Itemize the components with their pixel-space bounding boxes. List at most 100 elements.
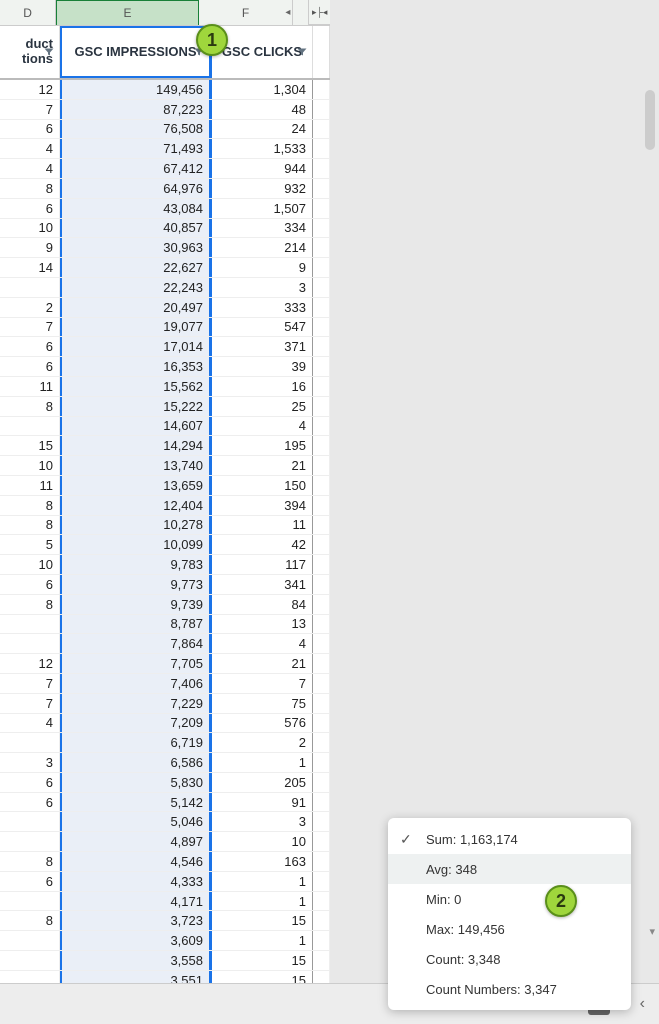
cell-g[interactable] xyxy=(313,258,330,277)
cell-g[interactable] xyxy=(313,911,330,930)
cell-g[interactable] xyxy=(313,238,330,257)
cell-f[interactable]: 1 xyxy=(212,753,313,772)
cell-f[interactable]: 944 xyxy=(212,159,313,178)
cell-e[interactable]: 14,607 xyxy=(60,417,212,436)
cell-d[interactable] xyxy=(0,892,60,911)
cell-f[interactable]: 1 xyxy=(212,931,313,950)
cell-g[interactable] xyxy=(313,476,330,495)
cell-e[interactable]: 3,551 xyxy=(60,971,212,983)
cell-d[interactable]: 7 xyxy=(0,100,60,119)
cell-e[interactable]: 17,014 xyxy=(60,337,212,356)
cell-d[interactable]: 6 xyxy=(0,199,60,218)
cell-e[interactable]: 14,294 xyxy=(60,436,212,455)
cell-e[interactable]: 43,084 xyxy=(60,199,212,218)
cell-g[interactable] xyxy=(313,575,330,594)
cell-e[interactable]: 5,830 xyxy=(60,773,212,792)
cell-d[interactable]: 12 xyxy=(0,80,60,99)
cell-f[interactable]: 214 xyxy=(212,238,313,257)
cell-f[interactable]: 7 xyxy=(212,674,313,693)
cell-g[interactable] xyxy=(313,674,330,693)
stat-count[interactable]: Count: 3,348 xyxy=(388,944,631,974)
cell-f[interactable]: 3 xyxy=(212,278,313,297)
cell-d[interactable]: 12 xyxy=(0,654,60,673)
cell-f[interactable]: 48 xyxy=(212,100,313,119)
cell-g[interactable] xyxy=(313,120,330,139)
cell-f[interactable]: 9 xyxy=(212,258,313,277)
cell-g[interactable] xyxy=(313,812,330,831)
cell-f[interactable]: 1,507 xyxy=(212,199,313,218)
cell-e[interactable]: 10,278 xyxy=(60,516,212,535)
header-cell-product[interactable]: duct tions xyxy=(0,26,60,78)
cell-f[interactable]: 1,533 xyxy=(212,139,313,158)
cell-d[interactable]: 6 xyxy=(0,872,60,891)
cell-g[interactable] xyxy=(313,773,330,792)
cell-d[interactable] xyxy=(0,615,60,634)
cell-g[interactable] xyxy=(313,357,330,376)
cell-e[interactable]: 7,864 xyxy=(60,634,212,653)
header-cell-clicks[interactable]: GSC CLICKS xyxy=(212,26,313,78)
cell-f[interactable]: 932 xyxy=(212,179,313,198)
cell-d[interactable] xyxy=(0,733,60,752)
cell-f[interactable]: 205 xyxy=(212,773,313,792)
cell-f[interactable]: 117 xyxy=(212,555,313,574)
cell-f[interactable]: 547 xyxy=(212,318,313,337)
cell-f[interactable]: 16 xyxy=(212,377,313,396)
stat-count-numbers[interactable]: Count Numbers: 3,347 xyxy=(388,974,631,1004)
cell-d[interactable] xyxy=(0,832,60,851)
cell-e[interactable]: 22,627 xyxy=(60,258,212,277)
cell-e[interactable]: 4,897 xyxy=(60,832,212,851)
cell-d[interactable]: 8 xyxy=(0,595,60,614)
cell-f[interactable]: 10 xyxy=(212,832,313,851)
cell-d[interactable]: 11 xyxy=(0,476,60,495)
cell-d[interactable]: 10 xyxy=(0,456,60,475)
collapse-arrow-icon[interactable]: ◂ xyxy=(285,7,290,18)
cell-g[interactable] xyxy=(313,555,330,574)
cell-g[interactable] xyxy=(313,139,330,158)
cell-d[interactable]: 7 xyxy=(0,694,60,713)
cell-g[interactable] xyxy=(313,179,330,198)
cell-g[interactable] xyxy=(313,654,330,673)
cell-f[interactable]: 1,304 xyxy=(212,80,313,99)
cell-d[interactable]: 14 xyxy=(0,258,60,277)
cell-g[interactable] xyxy=(313,753,330,772)
col-header-e-selected[interactable]: E xyxy=(56,0,198,25)
cell-f[interactable]: 42 xyxy=(212,535,313,554)
cell-e[interactable]: 64,976 xyxy=(60,179,212,198)
cell-f[interactable]: 576 xyxy=(212,714,313,733)
cell-d[interactable]: 4 xyxy=(0,139,60,158)
side-panel-collapse-icon[interactable]: ‹ xyxy=(640,995,645,1013)
cell-f[interactable]: 91 xyxy=(212,793,313,812)
cell-e[interactable]: 15,222 xyxy=(60,397,212,416)
cell-d[interactable]: 4 xyxy=(0,714,60,733)
col-header-f[interactable]: F ◂ xyxy=(199,0,294,25)
cell-e[interactable]: 15,562 xyxy=(60,377,212,396)
cell-g[interactable] xyxy=(313,278,330,297)
cell-d[interactable]: 2 xyxy=(0,298,60,317)
vertical-scrollbar-thumb[interactable] xyxy=(645,90,655,150)
cell-d[interactable] xyxy=(0,951,60,970)
cell-g[interactable] xyxy=(313,199,330,218)
cell-e[interactable]: 7,209 xyxy=(60,714,212,733)
cell-e[interactable]: 4,546 xyxy=(60,852,212,871)
cell-e[interactable]: 5,046 xyxy=(60,812,212,831)
filter-icon[interactable] xyxy=(296,46,308,58)
cell-d[interactable]: 6 xyxy=(0,793,60,812)
cell-e[interactable]: 76,508 xyxy=(60,120,212,139)
cell-g[interactable] xyxy=(313,337,330,356)
stat-sum[interactable]: ✓ Sum: 1,163,174 xyxy=(388,824,631,854)
cell-e[interactable]: 6,586 xyxy=(60,753,212,772)
cell-d[interactable]: 10 xyxy=(0,219,60,238)
cell-f[interactable]: 15 xyxy=(212,951,313,970)
cell-d[interactable]: 8 xyxy=(0,496,60,515)
cell-d[interactable]: 11 xyxy=(0,377,60,396)
cell-g[interactable] xyxy=(313,971,330,983)
cell-d[interactable]: 8 xyxy=(0,179,60,198)
cell-g[interactable] xyxy=(313,615,330,634)
cell-f[interactable]: 25 xyxy=(212,397,313,416)
cell-g[interactable] xyxy=(313,872,330,891)
cell-f[interactable]: 2 xyxy=(212,733,313,752)
cell-e[interactable]: 12,404 xyxy=(60,496,212,515)
cell-d[interactable]: 4 xyxy=(0,159,60,178)
cell-e[interactable]: 3,723 xyxy=(60,911,212,930)
cell-e[interactable]: 40,857 xyxy=(60,219,212,238)
